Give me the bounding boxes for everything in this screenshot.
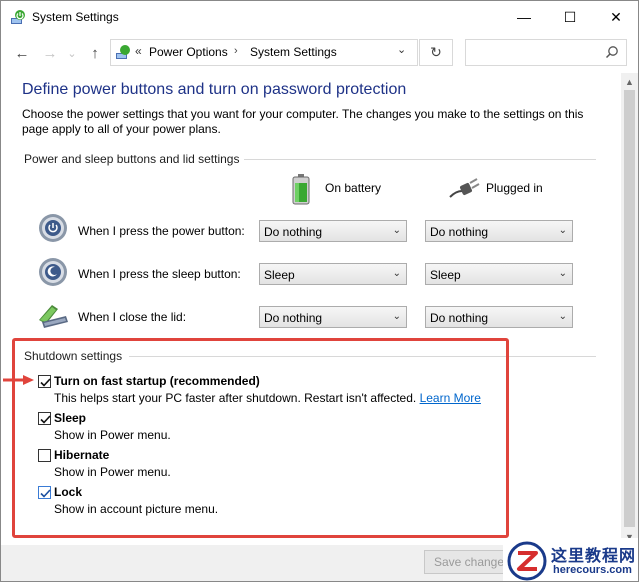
close-lid-battery-select[interactable]: Do nothing ⌄ (259, 306, 407, 328)
address-bar: ← → ⌄ ↑ « Power Options › System Setting… (1, 34, 638, 72)
power-button-icon (39, 214, 67, 242)
close-button[interactable]: ✕ (593, 1, 638, 33)
power-button-battery-select[interactable]: Do nothing ⌄ (259, 220, 407, 242)
battery-icon (292, 174, 310, 205)
select-value: Do nothing (264, 311, 323, 325)
section-divider (244, 159, 596, 160)
close-lid-plugged-select[interactable]: Do nothing ⌄ (425, 306, 573, 328)
chevron-down-icon: ⌄ (392, 268, 401, 279)
maximize-button[interactable]: ☐ (547, 1, 593, 33)
maximize-icon: ☐ (563, 8, 577, 25)
column-on-battery: On battery (325, 181, 382, 195)
select-value: Do nothing (430, 225, 489, 239)
select-value: Sleep (430, 268, 461, 282)
watermark: 这里教程网 herecours.com (503, 538, 638, 581)
up-arrow-icon: ↑ (91, 44, 99, 62)
chevron-down-icon: ⌄ (558, 311, 567, 322)
chevron-down-icon: ⌄ (558, 225, 567, 236)
refresh-icon: ↻ (430, 44, 442, 60)
window-title: System Settings (32, 10, 119, 24)
column-plugged-in: Plugged in (486, 181, 543, 195)
select-value: Sleep (264, 268, 295, 282)
power-options-icon (116, 45, 130, 59)
page-title: Define power buttons and turn on passwor… (22, 81, 407, 98)
row-label-sleep-button: When I press the sleep button: (78, 267, 241, 281)
scroll-up-icon[interactable]: ▲ (621, 73, 638, 90)
sleep-button-icon (39, 258, 67, 286)
overflow-chevron-icon[interactable]: « (135, 44, 142, 58)
sleep-button-plugged-select[interactable]: Sleep ⌄ (425, 263, 573, 285)
breadcrumb-power-options[interactable]: Power Options (149, 45, 228, 59)
breadcrumb-system-settings[interactable]: System Settings (250, 45, 337, 59)
red-arrow-icon (3, 375, 34, 385)
power-options-icon (11, 10, 25, 24)
address-dropdown-icon[interactable]: ⌄ (397, 43, 406, 56)
row-label-close-lid: When I close the lid: (78, 310, 187, 324)
row-label-power-button: When I press the power button: (78, 224, 245, 238)
breadcrumb-separator-icon[interactable]: › (234, 45, 238, 57)
back-button[interactable]: ← (11, 43, 33, 63)
plug-icon (449, 178, 480, 198)
chevron-down-icon: ⌄ (392, 311, 401, 322)
sleep-button-battery-select[interactable]: Sleep ⌄ (259, 263, 407, 285)
search-input[interactable] (465, 39, 627, 66)
power-section-label: Power and sleep buttons and lid settings (24, 152, 240, 166)
scroll-thumb[interactable] (624, 90, 635, 527)
back-arrow-icon: ← (14, 44, 30, 62)
minimize-button[interactable]: — (501, 1, 547, 33)
forward-arrow-icon: → (42, 44, 58, 62)
chevron-down-icon: ⌄ (558, 268, 567, 279)
select-value: Do nothing (430, 311, 489, 325)
recent-locations-button[interactable]: ⌄ (61, 43, 83, 63)
chevron-down-icon: ⌄ (392, 225, 401, 236)
title-bar: System Settings — ☐ ✕ (1, 1, 638, 34)
search-icon (605, 46, 618, 59)
chevron-down-icon: ⌄ (67, 47, 77, 60)
page-description: Choose the power settings that you want … (22, 107, 584, 136)
close-icon: ✕ (610, 8, 622, 25)
watermark-en: herecours.com (553, 564, 632, 576)
forward-button[interactable]: → (39, 43, 61, 63)
power-button-plugged-select[interactable]: Do nothing ⌄ (425, 220, 573, 242)
minimize-icon: — (517, 9, 531, 25)
system-settings-window: System Settings — ☐ ✕ ← → ⌄ ↑ « Power Op… (0, 0, 639, 582)
select-value: Do nothing (264, 225, 323, 239)
watermark-cn: 这里教程网 (551, 546, 637, 565)
refresh-button[interactable]: ↻ (419, 39, 453, 66)
watermark-logo-icon (507, 541, 547, 581)
laptop-lid-icon (39, 305, 68, 328)
up-button[interactable]: ↑ (84, 43, 106, 63)
highlight-box (12, 338, 509, 538)
address-box[interactable]: « Power Options › System Settings ⌄ (110, 39, 418, 66)
vertical-scrollbar[interactable]: ▲ ▼ (621, 73, 638, 545)
